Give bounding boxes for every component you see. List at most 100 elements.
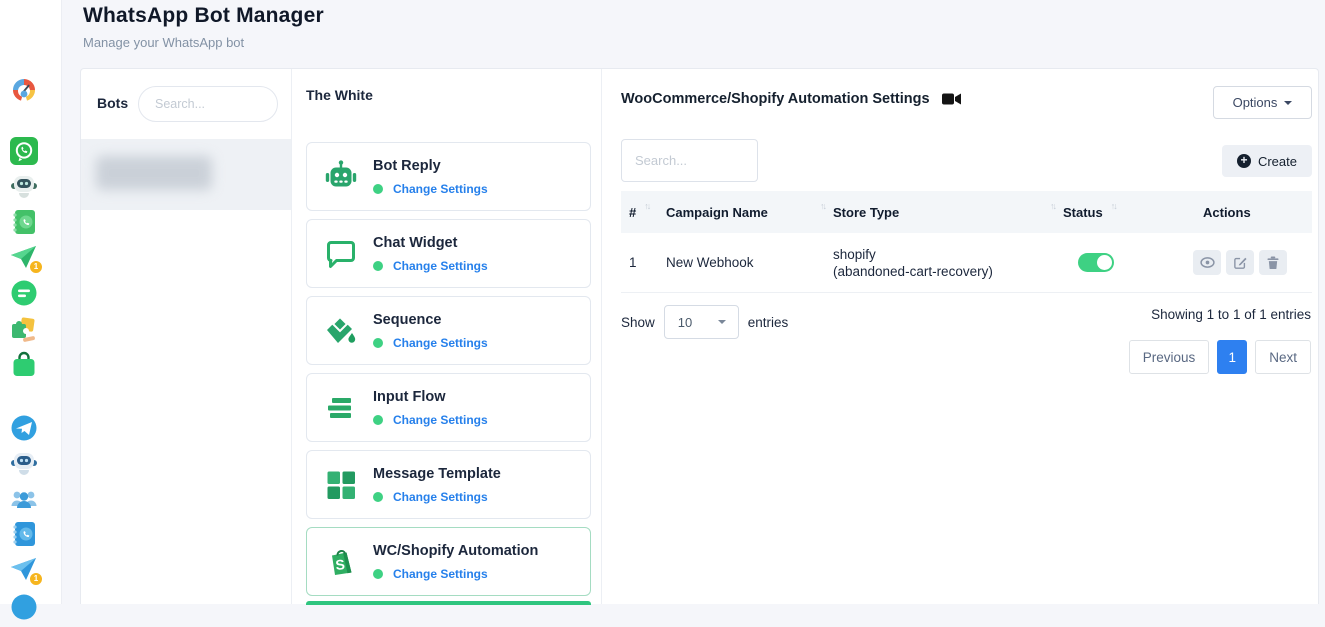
- whatsapp-store-icon[interactable]: [9, 349, 39, 379]
- feature-card-sequence[interactable]: Sequence Change Settings: [306, 296, 591, 365]
- telegram-icon[interactable]: [9, 413, 39, 443]
- bot-list-item-selected[interactable]: [81, 140, 291, 210]
- chevron-down-icon: [718, 320, 726, 324]
- status-toggle-on[interactable]: [1078, 253, 1114, 272]
- chat-widget-icon: [323, 236, 359, 272]
- bots-panel-title: Bots: [97, 95, 128, 111]
- status-dot: [373, 415, 383, 425]
- sort-icon[interactable]: ↑↓: [1050, 201, 1055, 211]
- entries-label: entries: [748, 315, 789, 330]
- change-settings-link[interactable]: Change Settings: [393, 336, 488, 350]
- status-dot: [373, 492, 383, 502]
- page-subtitle: Manage your WhatsApp bot: [83, 35, 324, 50]
- feature-label: WC/Shopify Automation: [373, 543, 538, 559]
- dashboard-gauge-icon[interactable]: [9, 75, 39, 105]
- next-page-button[interactable]: Next: [1255, 340, 1311, 374]
- svg-text:S: S: [335, 556, 346, 573]
- trash-icon: [1267, 256, 1279, 269]
- change-settings-link[interactable]: Change Settings: [393, 567, 488, 581]
- view-button[interactable]: [1193, 250, 1221, 275]
- sort-icon[interactable]: ↑↓: [820, 201, 825, 211]
- feature-card-bot-reply[interactable]: Bot Reply Change Settings: [306, 142, 591, 211]
- bot-manager-card: Bots The White B: [80, 68, 1319, 604]
- column-header-status[interactable]: Status↑↓: [1061, 191, 1191, 233]
- campaign-search-input[interactable]: [621, 139, 758, 182]
- shopify-icon: S: [323, 544, 359, 580]
- whatsapp-campaign-icon[interactable]: 1: [9, 242, 39, 272]
- options-button-label: Options: [1233, 95, 1278, 110]
- next-card-top-edge: [306, 601, 591, 605]
- store-type-cell: shopify (abandoned-cart-recovery): [831, 246, 1061, 280]
- column-header-actions: Actions: [1191, 191, 1312, 233]
- page-header: WhatsApp Bot Manager Manage your WhatsAp…: [83, 4, 324, 50]
- actions-cell: [1191, 250, 1312, 275]
- campaign-name-cell: New Webhook: [664, 255, 831, 270]
- panel-title: WooCommerce/Shopify Automation Settings: [621, 91, 930, 107]
- notification-badge: 1: [29, 572, 43, 586]
- page-title: WhatsApp Bot Manager: [83, 4, 324, 28]
- page-size-group: Show 10 entries: [621, 305, 788, 339]
- column-header-store-type[interactable]: Store Type↑↓: [831, 191, 1061, 233]
- telegram-bot-icon[interactable]: [9, 448, 39, 478]
- whatsapp-bot-icon[interactable]: [9, 171, 39, 201]
- telegram-group-icon[interactable]: [9, 484, 39, 514]
- change-settings-link[interactable]: Change Settings: [393, 490, 488, 504]
- message-template-icon: [323, 467, 359, 503]
- feature-card-message-template[interactable]: Message Template Change Settings: [306, 450, 591, 519]
- feature-label: Sequence: [373, 312, 442, 328]
- automation-table: #↑↓ Campaign Name↑↓ Store Type↑↓ Status↑…: [621, 191, 1312, 293]
- table-header-row: #↑↓ Campaign Name↑↓ Store Type↑↓ Status↑…: [621, 191, 1312, 233]
- page-size-select[interactable]: 10: [664, 305, 739, 339]
- input-flow-icon: [323, 390, 359, 426]
- whatsapp-contacts-icon[interactable]: [9, 207, 39, 237]
- feature-label: Input Flow: [373, 389, 445, 405]
- column-header-number[interactable]: #↑↓: [621, 191, 664, 233]
- bot-name-title: The White: [306, 87, 373, 103]
- previous-page-button[interactable]: Previous: [1129, 340, 1210, 374]
- bots-panel: Bots: [81, 69, 292, 604]
- status-dot: [373, 261, 383, 271]
- feature-card-chat-widget[interactable]: Chat Widget Change Settings: [306, 219, 591, 288]
- bots-search-input[interactable]: [138, 86, 278, 122]
- feature-label: Bot Reply: [373, 158, 441, 174]
- bot-name-redacted: [96, 156, 212, 190]
- table-row: 1 New Webhook shopify (abandoned-cart-re…: [621, 233, 1312, 293]
- whatsapp-integration-icon[interactable]: [9, 313, 39, 343]
- whatsapp-icon[interactable]: [9, 136, 39, 166]
- change-settings-link[interactable]: Change Settings: [393, 259, 488, 273]
- notification-badge: 1: [29, 260, 43, 274]
- show-label: Show: [621, 315, 655, 330]
- feature-card-input-flow[interactable]: Input Flow Change Settings: [306, 373, 591, 442]
- plus-icon: +: [1237, 154, 1251, 168]
- video-tutorial-icon[interactable]: [942, 92, 961, 106]
- edit-button[interactable]: [1226, 250, 1254, 275]
- telegram-contacts-icon[interactable]: [9, 519, 39, 549]
- eye-icon: [1200, 257, 1215, 268]
- sort-icon[interactable]: ↑↓: [1111, 201, 1116, 211]
- bots-panel-header: Bots: [81, 69, 291, 140]
- feature-label: Chat Widget: [373, 235, 457, 251]
- change-settings-link[interactable]: Change Settings: [393, 182, 488, 196]
- automation-settings-panel: WooCommerce/Shopify Automation Settings …: [602, 69, 1320, 604]
- change-settings-link[interactable]: Change Settings: [393, 413, 488, 427]
- feature-card-wc-shopify-automation[interactable]: S WC/Shopify Automation Change Settings: [306, 527, 591, 596]
- entries-summary: Showing 1 to 1 of 1 entries: [1151, 307, 1311, 322]
- whatsapp-chat-icon[interactable]: [9, 278, 39, 308]
- sort-icon[interactable]: ↑↓: [644, 201, 649, 211]
- bot-features-panel: The White Bot Reply Change Se: [292, 69, 602, 604]
- telegram-chat-icon[interactable]: [9, 592, 39, 622]
- app-sidebar: 1: [0, 0, 62, 604]
- page-1-button[interactable]: 1: [1217, 340, 1247, 374]
- status-dot: [373, 569, 383, 579]
- column-header-campaign-name[interactable]: Campaign Name↑↓: [664, 191, 831, 233]
- status-dot: [373, 338, 383, 348]
- options-button[interactable]: Options: [1213, 86, 1312, 119]
- edit-icon: [1234, 256, 1247, 269]
- row-number-cell: 1: [621, 255, 664, 270]
- telegram-campaign-icon[interactable]: 1: [9, 554, 39, 584]
- delete-button[interactable]: [1259, 250, 1287, 275]
- create-button[interactable]: + Create: [1222, 145, 1312, 177]
- pagination: Previous 1 Next: [1129, 340, 1311, 374]
- chevron-down-icon: [1284, 101, 1292, 105]
- bot-reply-icon: [323, 159, 359, 195]
